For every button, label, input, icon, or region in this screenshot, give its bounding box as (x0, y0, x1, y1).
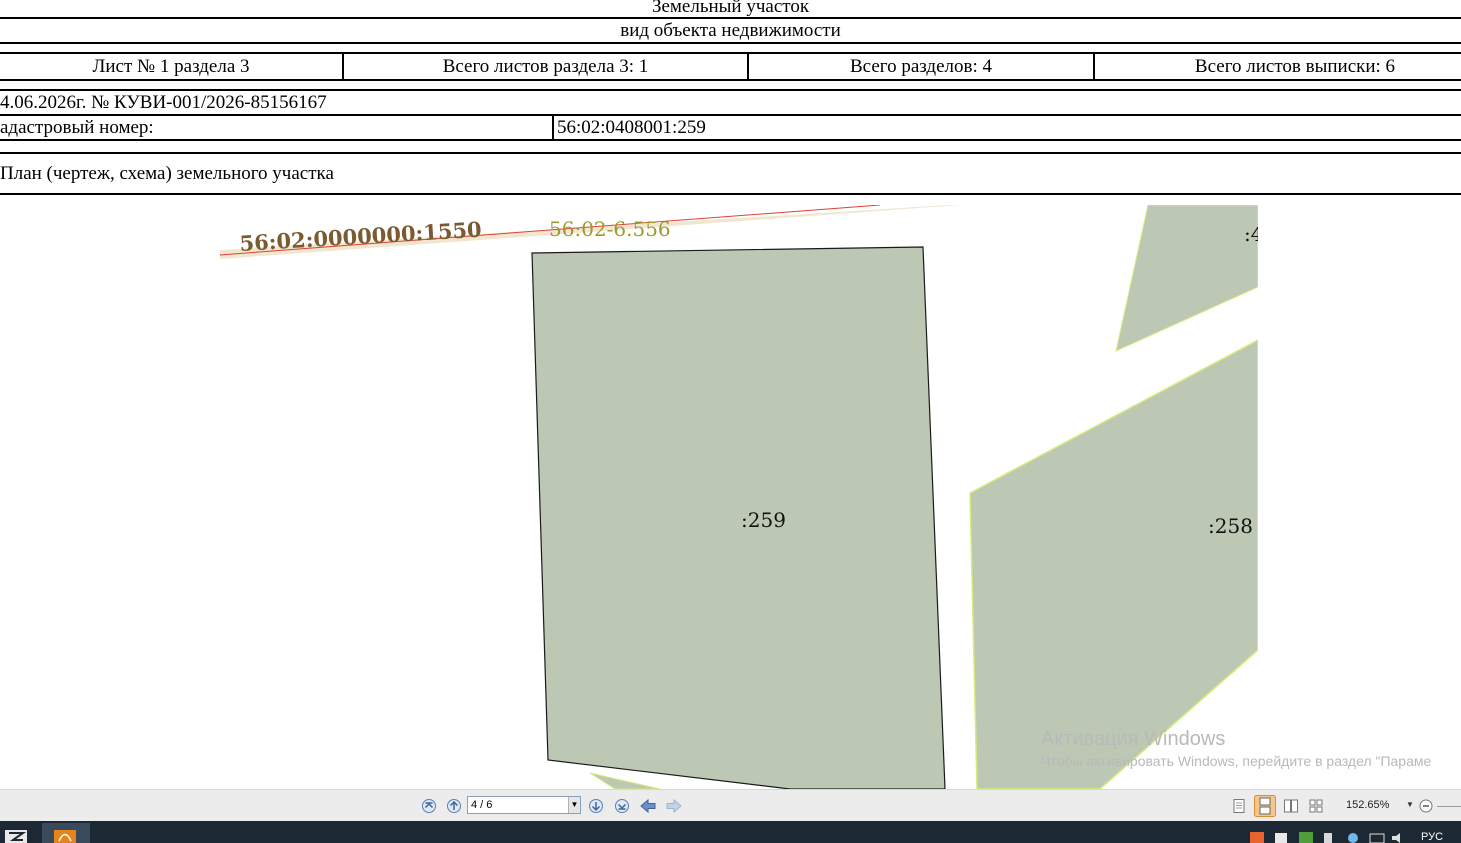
parcel-258-label: :258 (1208, 514, 1253, 538)
zone-label: 56:02-6.556 (549, 217, 671, 241)
parcel-top (1115, 205, 1258, 352)
zoom-slider[interactable] (1437, 806, 1461, 807)
back-icon[interactable] (640, 798, 656, 814)
forward-icon[interactable] (666, 798, 682, 814)
road-label: 56:02:0000000:1550 (239, 217, 482, 256)
prev-page-icon[interactable] (446, 798, 462, 814)
windows-taskbar: РУС (0, 821, 1461, 843)
chevron-down-icon[interactable]: ▼ (568, 797, 580, 813)
divider (0, 52, 1461, 54)
parcel-259 (531, 246, 946, 789)
thumbnails-icon[interactable] (1308, 798, 1324, 814)
cadastral-label: адастровый номер: (0, 117, 154, 138)
page-indicator: 4 / 6 (471, 799, 493, 811)
continuous-icon[interactable] (1254, 795, 1276, 817)
language-indicator[interactable]: РУС (1421, 831, 1443, 843)
document-page: Земельный участок вид объекта недвижимос… (0, 0, 1461, 789)
app-icon (54, 830, 76, 843)
viewer-toolbar: 4 / 6 ▼ 152.65% ▼ (0, 789, 1461, 822)
tray-icons[interactable] (1250, 829, 1410, 843)
parcel-258 (969, 339, 1258, 789)
activation-watermark-subtitle: Чтобы активировать Windows, перейдите в … (1041, 753, 1432, 769)
divider (0, 89, 1461, 91)
divider (0, 79, 1461, 81)
zoom-out-icon[interactable] (1418, 798, 1434, 814)
first-page-icon[interactable] (421, 798, 437, 814)
divider (0, 193, 1461, 195)
single-page-icon[interactable] (1231, 798, 1247, 814)
divider (0, 152, 1461, 154)
parcel-bottom (589, 772, 661, 789)
divider (0, 114, 1461, 116)
activation-watermark-title: Активация Windows (1041, 728, 1226, 750)
total-sheets-section: Всего листов раздела 3: 1 (442, 56, 649, 77)
page-number-input[interactable]: 4 / 6 ▼ (467, 796, 581, 814)
next-page-icon[interactable] (588, 798, 604, 814)
start-icon[interactable] (5, 830, 27, 843)
cadastral-value: 56:02:0408001:259 (557, 117, 706, 138)
total-sections: Всего разделов: 4 (849, 56, 993, 77)
divider (0, 139, 1461, 141)
cell-divider (552, 115, 554, 140)
total-sheets-extract: Всего листов выписки: 6 (1194, 56, 1396, 77)
taskbar-app-button[interactable] (42, 823, 90, 843)
zoom-level[interactable]: 152.65% (1346, 799, 1389, 811)
parcel-plan-map: 56:02:0000000:1550 56:02-6.556 :259 :258… (220, 205, 1258, 789)
parcel-top-label: :4 (1244, 222, 1258, 246)
date-number: 4.06.2026г. № КУВИ-001/2026-85156167 (0, 92, 327, 113)
last-page-icon[interactable] (614, 798, 630, 814)
parcel-259-label: :259 (741, 508, 786, 532)
object-title: Земельный участок (651, 0, 810, 17)
zoom-dropdown-icon[interactable]: ▼ (1406, 800, 1414, 809)
divider (0, 17, 1461, 19)
facing-icon[interactable] (1283, 798, 1299, 814)
divider (0, 42, 1461, 44)
object-subtitle: вид объекта недвижимости (620, 20, 841, 41)
sheet-number: Лист № 1 раздела 3 (92, 56, 250, 77)
plan-title: План (чертеж, схема) земельного участка (0, 163, 334, 184)
